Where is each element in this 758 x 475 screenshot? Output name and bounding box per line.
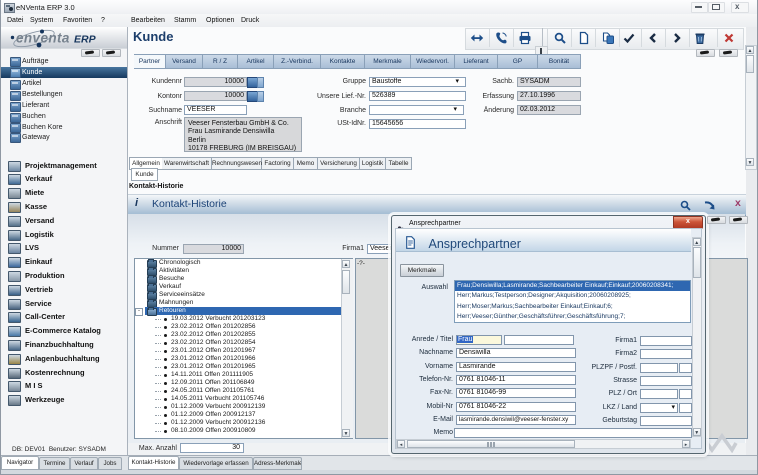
svg-text:ERP: ERP <box>74 34 97 46</box>
svg-text:enventa: enventa <box>16 31 70 46</box>
